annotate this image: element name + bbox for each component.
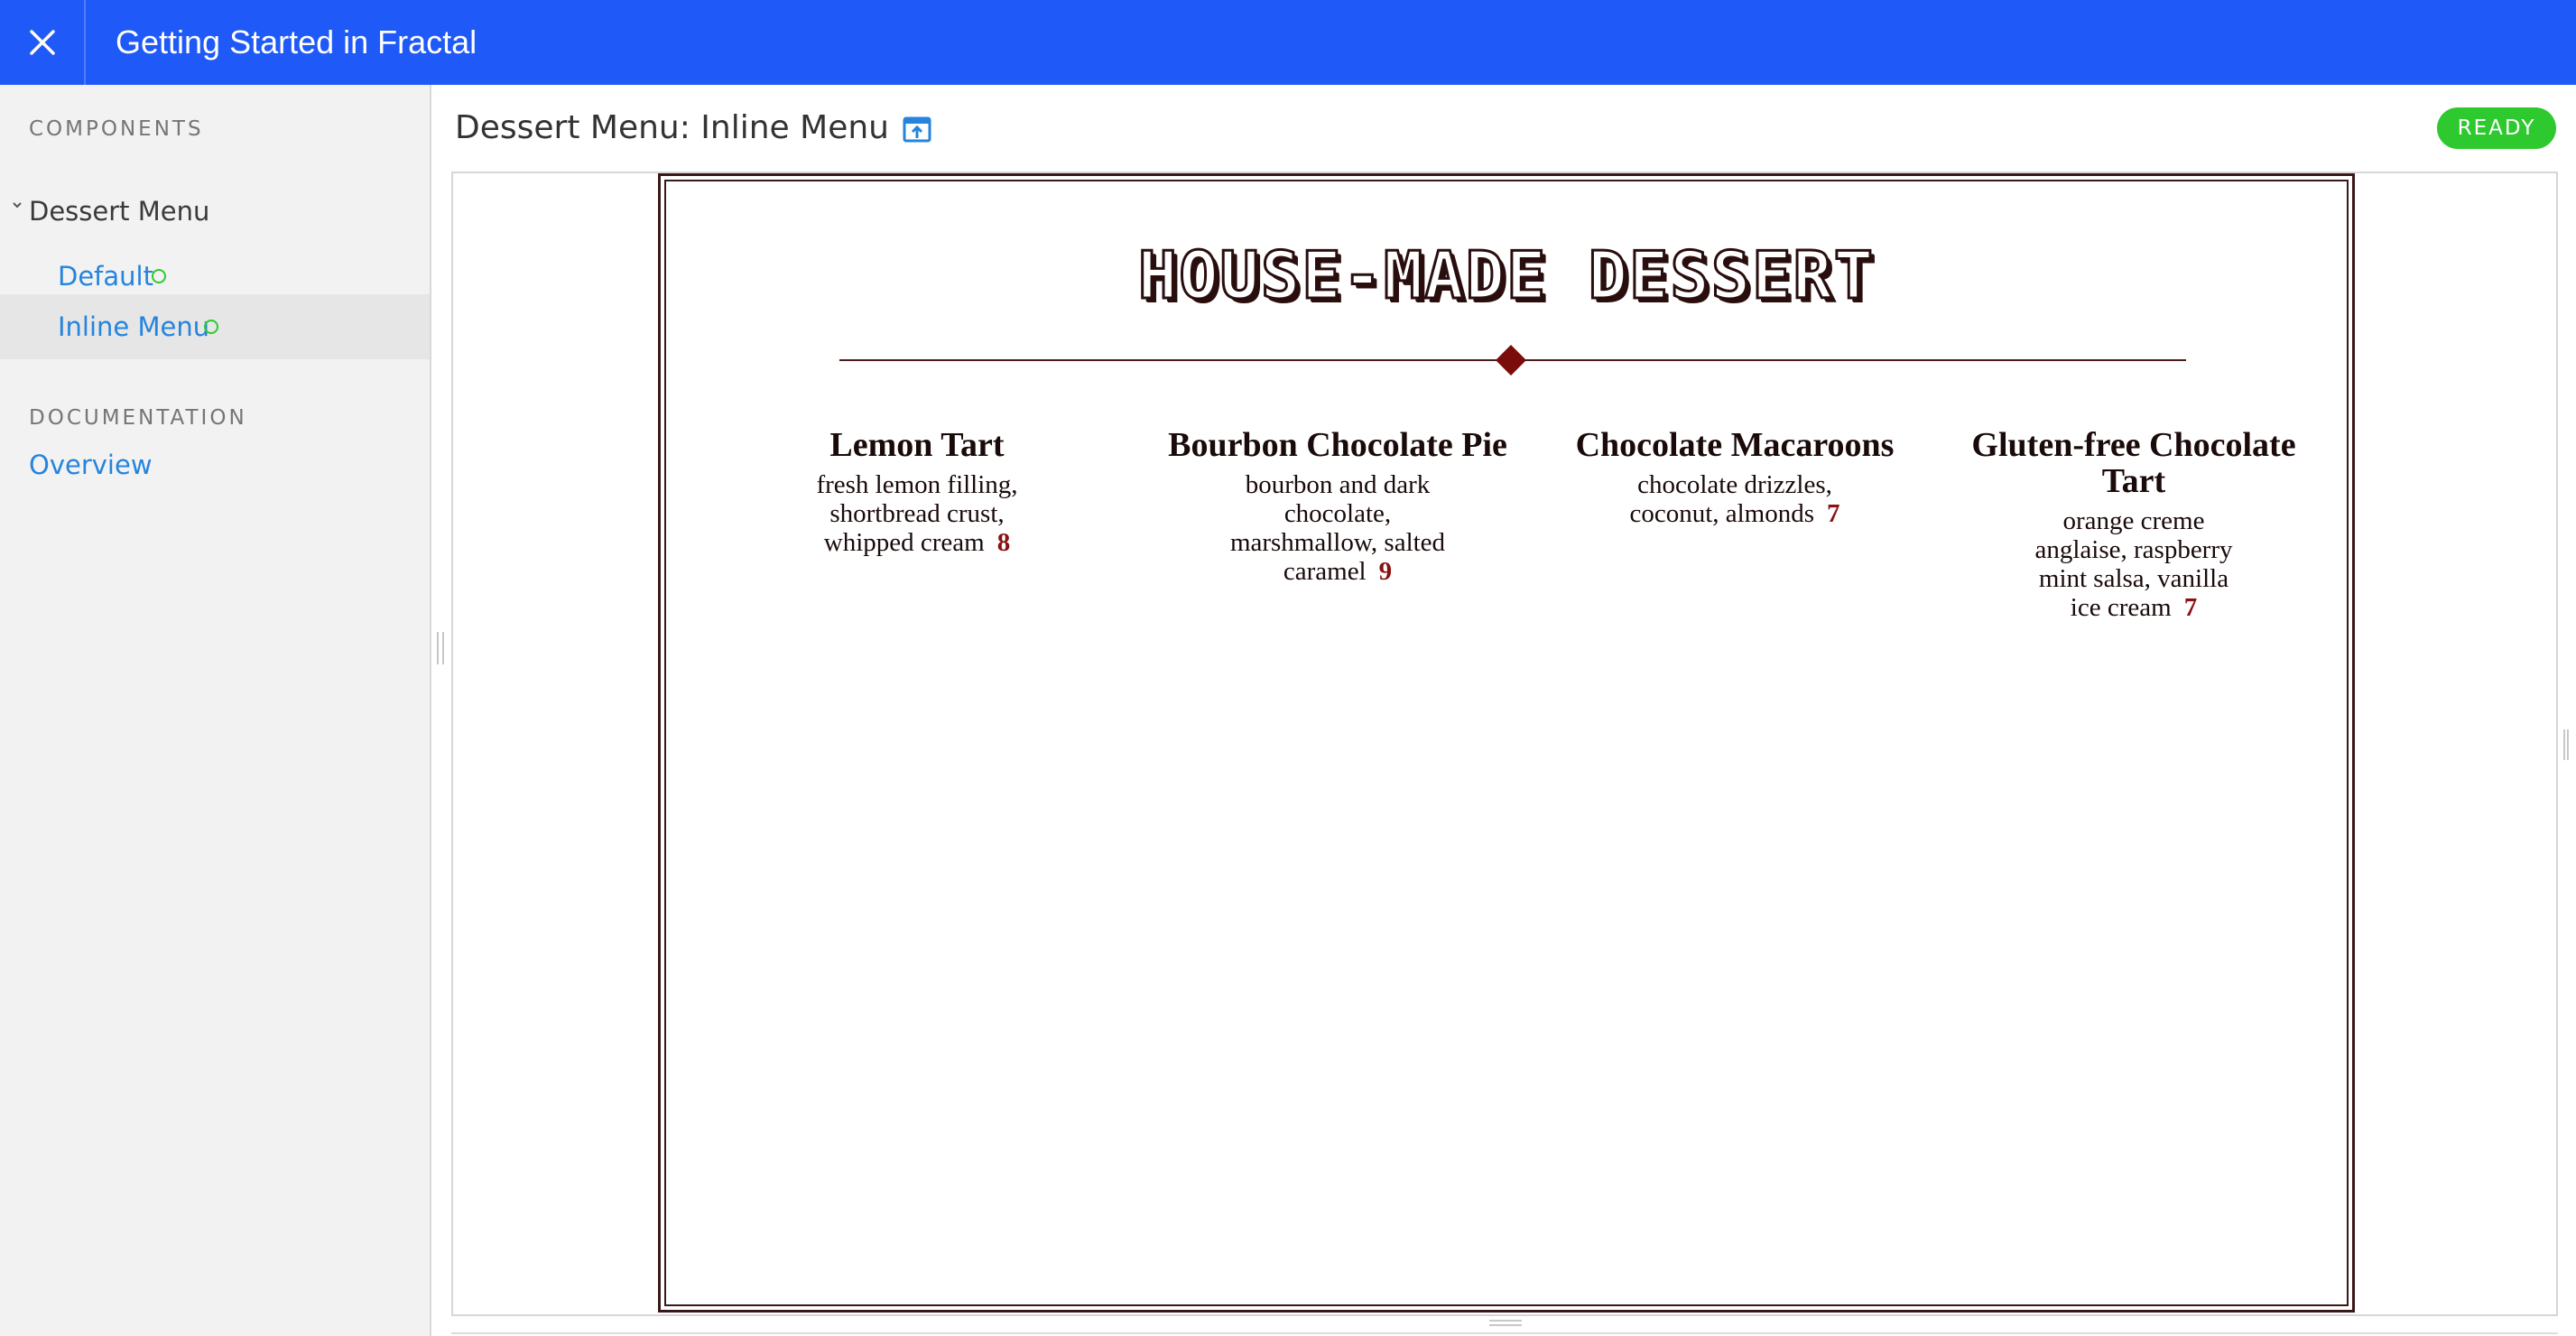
app-title: Getting Started in Fractal xyxy=(116,23,477,60)
description-text: coconut, almonds xyxy=(1629,499,1815,528)
description-text: caramel xyxy=(1283,557,1367,586)
menu-item-name: Lemon Tart xyxy=(829,426,1005,464)
sidebar-item-inline-menu[interactable]: Inline Menu xyxy=(0,294,430,359)
description-line: orange creme xyxy=(2062,506,2205,535)
status-ready-icon xyxy=(152,269,166,283)
preview-resize-handle-right[interactable] xyxy=(2563,729,2569,760)
description-line: shortbread crust, xyxy=(829,499,1005,528)
description-line: ice cream 7 xyxy=(1935,593,2332,622)
menu-item: Gluten-free Chocolate Tart orange creme … xyxy=(1935,427,2332,622)
sidebar: COMPONENTS Dessert Menu Default Inline M… xyxy=(0,85,431,1336)
menu-item-price: 9 xyxy=(1378,557,1393,586)
menu-item-price: 8 xyxy=(996,528,1011,557)
collection-label: Dessert Menu xyxy=(29,196,210,227)
menu-heading: HOUSE-MADE DESSERT xyxy=(1136,237,1876,315)
chevron-down-icon xyxy=(13,202,22,209)
menu-item-price: 7 xyxy=(2183,593,2198,622)
description-line: whipped cream 8 xyxy=(782,528,1052,557)
description-line: chocolate drizzles, xyxy=(1637,470,1832,499)
sidebar-item-overview[interactable]: Overview xyxy=(29,450,153,480)
description-line: chocolate, xyxy=(1283,499,1392,528)
sidebar-item-label: Inline Menu xyxy=(58,311,210,342)
status-badge: READY xyxy=(2437,107,2556,149)
page-title: Dessert Menu: Inline Menu xyxy=(455,106,932,151)
collection-dessert-menu[interactable]: Dessert Menu xyxy=(0,179,430,244)
description-line: marshmallow, salted xyxy=(1229,528,1446,557)
name-line: Tart xyxy=(2101,462,2166,500)
documentation-section-label: DOCUMENTATION xyxy=(29,406,247,430)
menu-item-name: Bourbon Chocolate Pie xyxy=(1168,426,1507,464)
page-title-text: Dessert Menu: Inline Menu xyxy=(455,109,889,146)
preview-resize-handle-bottom[interactable] xyxy=(1489,1320,1522,1326)
description-text: whipped cream xyxy=(823,528,985,557)
menu-item-name: Gluten-free Chocolate Tart xyxy=(1935,427,2332,499)
panel-divider xyxy=(451,1332,2558,1334)
close-icon xyxy=(29,30,55,55)
menu-item-description: bourbon and dark chocolate, marshmallow,… xyxy=(1139,470,1536,586)
status-ready-icon xyxy=(204,320,218,334)
menu-item: Lemon Tart fresh lemon filling, shortbre… xyxy=(782,427,1052,557)
open-external-icon[interactable] xyxy=(902,113,932,144)
sidebar-resize-handle[interactable] xyxy=(437,632,444,664)
menu-divider-diamond xyxy=(1496,345,1526,376)
description-line: anglaise, raspberry xyxy=(2034,535,2233,564)
description-text: ice cream xyxy=(2070,593,2172,622)
app-header: Getting Started in Fractal xyxy=(0,0,2576,85)
menu-item: Chocolate Macaroons chocolate drizzles, … xyxy=(1536,427,1933,528)
description-line: mint salsa, vanilla xyxy=(2038,564,2229,593)
description-line: caramel 9 xyxy=(1139,557,1536,586)
name-line: Gluten-free Chocolate xyxy=(1971,426,2296,464)
menu-item: Bourbon Chocolate Pie bourbon and dark c… xyxy=(1139,427,1536,586)
dessert-menu-inner: HOUSE-MADE DESSERT Lemon Tart fresh lemo… xyxy=(664,180,2349,1306)
menu-item-description: orange creme anglaise, raspberry mint sa… xyxy=(1935,506,2332,622)
components-section-label: COMPONENTS xyxy=(29,117,204,141)
menu-item-description: chocolate drizzles, coconut, almonds 7 xyxy=(1536,470,1933,528)
description-line: bourbon and dark xyxy=(1245,470,1431,499)
menu-item-name: Chocolate Macaroons xyxy=(1575,426,1895,464)
menu-item-description: fresh lemon filling, shortbread crust, w… xyxy=(782,470,1052,557)
close-button[interactable] xyxy=(0,0,86,85)
description-line: fresh lemon filling, xyxy=(816,470,1018,499)
dessert-menu-frame: HOUSE-MADE DESSERT Lemon Tart fresh lemo… xyxy=(658,173,2355,1313)
menu-item-price: 7 xyxy=(1827,499,1840,528)
description-line: coconut, almonds 7 xyxy=(1536,499,1933,528)
